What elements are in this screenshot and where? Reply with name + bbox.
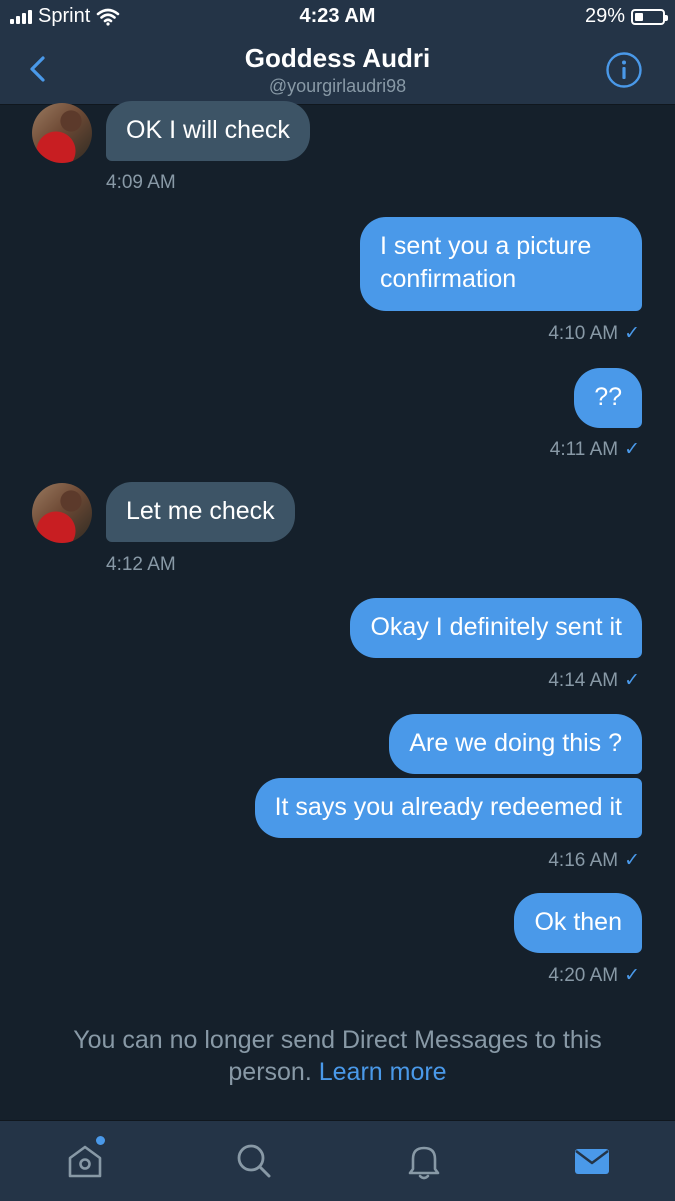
notification-dot [96, 1136, 105, 1145]
message-timestamp: 4:09 AM [106, 172, 176, 194]
message-bubble-incoming[interactable]: Let me check [106, 482, 295, 542]
tab-home[interactable] [63, 1136, 107, 1183]
sent-check-icon: ✓ [624, 850, 640, 871]
message-timestamp: 4:20 AM ✓ [548, 964, 640, 987]
message-timestamp: 4:16 AM ✓ [548, 849, 640, 872]
message-bubble-outgoing[interactable]: Are we doing this ? [389, 714, 642, 774]
sent-check-icon: ✓ [624, 439, 640, 460]
bell-icon [408, 1146, 440, 1180]
tab-bar [0, 1120, 675, 1201]
message-timestamp: 4:11 AM ✓ [550, 438, 640, 461]
timestamp-text: 4:09 AM [106, 172, 176, 193]
search-icon [237, 1144, 271, 1178]
timestamp-text: 4:14 AM [548, 670, 619, 691]
message-timestamp: 4:14 AM ✓ [548, 669, 640, 692]
timestamp-text: 4:11 AM [549, 439, 619, 460]
mail-icon [575, 1149, 609, 1174]
timestamp-text: 4:10 AM [548, 323, 619, 344]
timestamp-text: 4:20 AM [548, 965, 619, 986]
sent-check-icon: ✓ [624, 965, 640, 986]
battery-fill [635, 12, 643, 21]
avatar[interactable] [32, 103, 92, 163]
avatar[interactable] [32, 483, 92, 543]
info-button[interactable] [605, 51, 643, 89]
sent-check-icon: ✓ [624, 670, 640, 691]
message-bubble-incoming[interactable]: OK I will check [106, 101, 310, 161]
message-list[interactable]: OK I will check 4:09 AM I sent you a pic… [0, 101, 675, 1120]
message-bubble-outgoing[interactable]: Okay I definitely sent it [350, 598, 642, 658]
status-bar: Sprint 4:23 AM 29% [0, 0, 675, 34]
learn-more-link[interactable]: Learn more [319, 1058, 447, 1086]
conversation-handle[interactable]: @yourgirlaudri98 [0, 76, 675, 97]
status-right: 29% [584, 5, 668, 28]
conversation-header: Goddess Audri @yourgirlaudri98 [0, 34, 675, 105]
dm-disabled-notice: You can no longer send Direct Messages t… [40, 1024, 635, 1088]
message-bubble-outgoing[interactable]: I sent you a picture confirmation [360, 217, 642, 311]
conversation-title[interactable]: Goddess Audri [0, 43, 675, 74]
tab-search[interactable] [232, 1139, 276, 1183]
status-time: 4:23 AM [299, 5, 376, 27]
battery-percent: 29% [584, 5, 625, 27]
tab-messages[interactable] [570, 1139, 614, 1183]
message-bubble-outgoing[interactable]: It says you already redeemed it [254, 778, 642, 838]
message-bubble-outgoing[interactable]: ?? [574, 368, 642, 428]
tab-notifications[interactable] [402, 1139, 446, 1183]
message-bubble-outgoing[interactable]: Ok then [514, 893, 642, 953]
timestamp-text: 4:16 AM [548, 850, 619, 871]
message-timestamp: 4:10 AM ✓ [548, 322, 640, 345]
sent-check-icon: ✓ [624, 323, 640, 344]
timestamp-text: 4:12 AM [106, 554, 176, 575]
message-timestamp: 4:12 AM [106, 554, 176, 576]
home-icon [68, 1145, 102, 1178]
battery-icon [631, 8, 668, 25]
